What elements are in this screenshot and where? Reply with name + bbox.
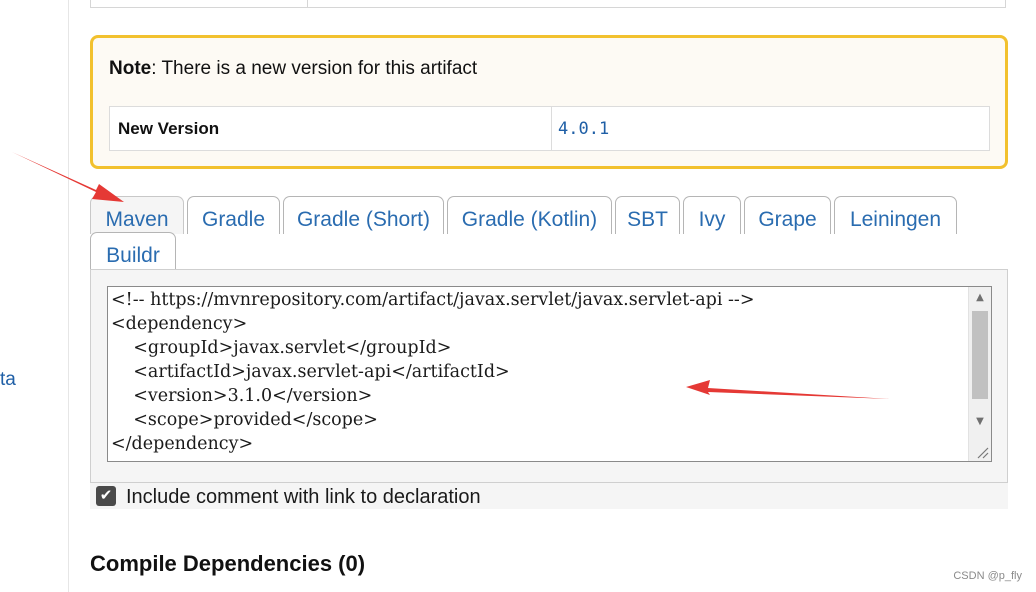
- scroll-up-arrow-icon[interactable]: ▲: [969, 287, 991, 309]
- dependency-snippet-textarea[interactable]: <!-- https://mvnrepository.com/artifact/…: [107, 286, 992, 462]
- code-line: <!-- https://mvnrepository.com/artifact/…: [111, 290, 755, 310]
- new-version-label: New Version: [118, 119, 220, 138]
- watermark: CSDN @p_fly: [953, 570, 1022, 582]
- new-version-table: New Version 4.0.1: [109, 106, 990, 151]
- left-rail-divider: [68, 0, 69, 592]
- tab-sbt[interactable]: SBT: [615, 196, 680, 234]
- tab-gradle-short[interactable]: Gradle (Short): [283, 196, 444, 234]
- code-line: <version>3.1.0</version>: [111, 386, 373, 406]
- table-divider: [551, 107, 552, 150]
- textarea-scrollbar[interactable]: ▲ ▼: [968, 287, 991, 461]
- scrollbar-thumb[interactable]: [972, 311, 988, 399]
- new-version-link[interactable]: 4.0.1: [558, 119, 609, 139]
- info-table-divider: [307, 0, 308, 7]
- tab-leiningen[interactable]: Leiningen: [834, 196, 957, 234]
- note-text: : There is a new version for this artifa…: [151, 58, 478, 79]
- new-version-note: Note: There is a new version for this ar…: [90, 35, 1008, 169]
- resize-grip-icon[interactable]: [975, 445, 989, 459]
- include-comment-label[interactable]: Include comment with link to declaration: [126, 486, 481, 509]
- info-table-bottom-edge: [90, 0, 1006, 8]
- include-comment-option: ✔ Include comment with link to declarati…: [90, 483, 1008, 509]
- tab-ivy[interactable]: Ivy: [683, 196, 741, 234]
- compile-dependencies-heading: Compile Dependencies (0): [90, 551, 366, 576]
- code-line: <scope>provided</scope>: [111, 410, 378, 430]
- tab-grape[interactable]: Grape: [744, 196, 831, 234]
- tab-gradle-kotlin[interactable]: Gradle (Kotlin): [447, 196, 612, 234]
- dependency-snippet-panel: <!-- https://mvnrepository.com/artifact/…: [90, 269, 1008, 483]
- code-line: </dependency>: [111, 434, 254, 454]
- code-line: <dependency>: [111, 314, 248, 334]
- code-line: <groupId>javax.servlet</groupId>: [111, 338, 452, 358]
- tab-gradle[interactable]: Gradle: [187, 196, 280, 234]
- tab-buildr[interactable]: Buildr: [90, 232, 176, 270]
- code-line: <artifactId>javax.servlet-api</artifactI…: [111, 362, 510, 382]
- include-comment-checkbox[interactable]: ✔: [96, 486, 116, 506]
- tab-maven[interactable]: Maven: [90, 196, 184, 234]
- sidebar-partial-link[interactable]: ta: [0, 369, 16, 391]
- scroll-down-arrow-icon[interactable]: ▼: [969, 411, 991, 433]
- note-label: Note: [109, 58, 152, 79]
- note-message: Note: There is a new version for this ar…: [109, 58, 477, 80]
